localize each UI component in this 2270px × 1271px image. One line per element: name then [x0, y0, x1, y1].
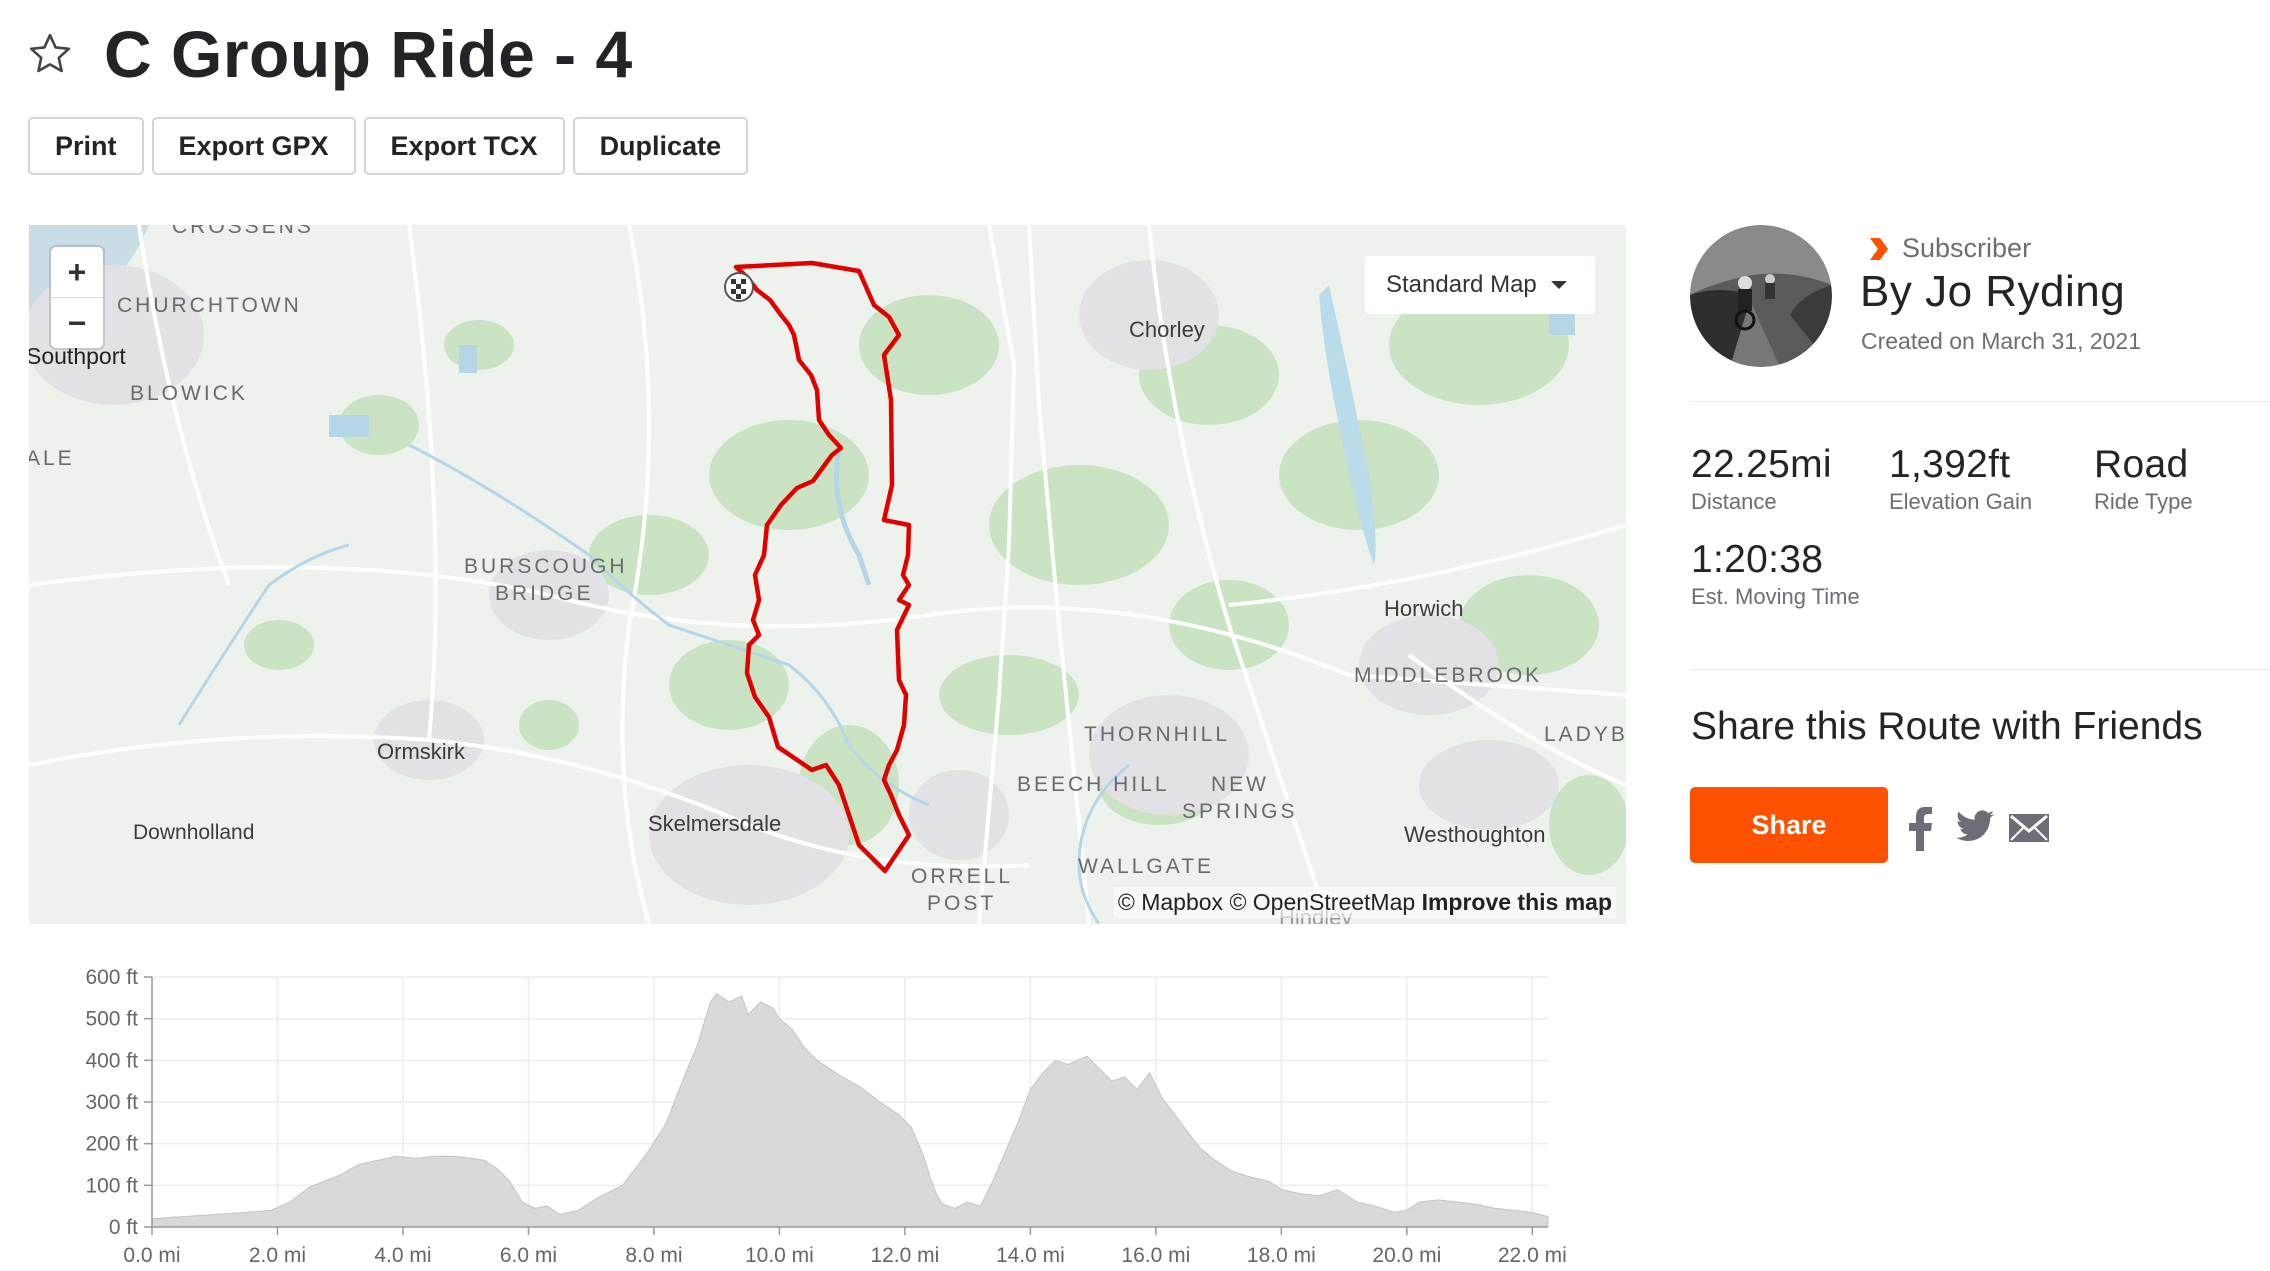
stat-moving-time: 1:20:38 Est. Moving Time [1691, 538, 1860, 610]
map-label-orrell-1: ORRELL [911, 865, 1014, 888]
subscriber-badge: Subscriber [1866, 233, 2031, 264]
divider [1690, 669, 2270, 670]
action-bar: Print Export GPX Export TCX Duplicate [28, 117, 749, 175]
map-label-blowick: BLOWICK [130, 382, 248, 405]
y-tick-label: 600 ft [85, 966, 138, 989]
x-tick-label: 12.0 mi [870, 1244, 939, 1267]
map-label-burscough-2: BRIDGE [495, 582, 594, 605]
share-button[interactable]: Share [1690, 787, 1888, 863]
subscriber-label: Subscriber [1902, 233, 2032, 263]
improve-map-link[interactable]: Improve this map [1422, 889, 1612, 915]
stat-distance: 22.25mi Distance [1691, 443, 1832, 515]
y-tick-label: 200 ft [85, 1133, 138, 1156]
stat-value: 1:20:38 [1691, 538, 1824, 581]
zoom-in-button[interactable]: + [51, 247, 103, 297]
x-tick-label: 2.0 mi [249, 1244, 306, 1267]
map-style-dropdown[interactable]: Standard Map [1365, 256, 1595, 314]
mapbox-link[interactable]: © Mapbox [1118, 889, 1223, 915]
stat-label: Distance [1691, 489, 1777, 514]
stat-ride-type: Road Ride Type [2094, 443, 2193, 515]
map-label-new-springs-1: NEW [1211, 773, 1269, 796]
map-label-ormskirk: Ormskirk [377, 739, 465, 764]
facebook-icon[interactable] [1907, 807, 1933, 851]
divider [1690, 401, 2270, 402]
export-tcx-button[interactable]: Export TCX [363, 117, 565, 175]
stat-value: 1,392ft [1889, 443, 2011, 486]
x-tick-label: 14.0 mi [996, 1244, 1065, 1267]
map-label-ladybi: LADYBI [1544, 723, 1626, 746]
y-axis-ticks: 0 ft 100 ft 200 ft 300 ft 400 ft 500 ft 600 ft [85, 966, 152, 1239]
x-tick-label: 6.0 mi [500, 1244, 557, 1267]
x-tick-label: 8.0 mi [625, 1244, 682, 1267]
zoom-out-button[interactable]: − [51, 297, 103, 348]
stat-label: Ride Type [2094, 489, 2193, 514]
x-tick-label: 10.0 mi [745, 1244, 814, 1267]
avatar[interactable] [1690, 225, 1832, 367]
caret-down-icon [1550, 281, 1567, 289]
export-gpx-button[interactable]: Export GPX [151, 117, 356, 175]
stat-elevation: 1,392ft Elevation Gain [1889, 443, 2032, 515]
route-map[interactable]: CROSSENS CHURCHTOWN Southport BLOWICK AL… [29, 225, 1626, 924]
map-label-new-springs-2: SPRINGS [1182, 800, 1298, 823]
map-label-thornhill: THORNHILL [1084, 723, 1231, 746]
zoom-control: + − [51, 247, 103, 348]
x-axis-ticks: 0.0 mi 2.0 mi 4.0 mi 6.0 mi 8.0 mi 10.0 mi 12.… [123, 1227, 1567, 1267]
creator-name[interactable]: By Jo Ryding [1860, 267, 2125, 317]
print-button[interactable]: Print [28, 117, 144, 175]
y-tick-label: 500 ft [85, 1008, 138, 1031]
map-attribution: © Mapbox © OpenStreetMap Improve this ma… [1113, 887, 1616, 918]
y-tick-label: 400 ft [85, 1049, 138, 1072]
osm-link[interactable]: © OpenStreetMap [1229, 889, 1415, 915]
map-label-westhoughton: Westhoughton [1404, 822, 1546, 847]
page-header: C Group Ride - 4 [26, 14, 633, 94]
map-label-middlebrook: MIDDLEBROOK [1354, 664, 1543, 687]
map-label-downholland: Downholland [133, 821, 255, 844]
map-label-wallgate: WALLGATE [1078, 855, 1215, 878]
map-background [29, 225, 1626, 924]
x-tick-label: 4.0 mi [374, 1244, 431, 1267]
map-label-burscough-1: BURSCOUGH [464, 555, 628, 578]
page-title: C Group Ride - 4 [104, 17, 633, 91]
y-tick-label: 100 ft [85, 1174, 138, 1197]
x-tick-label: 16.0 mi [1121, 1244, 1190, 1267]
twitter-icon[interactable] [1956, 810, 1994, 842]
star-icon[interactable] [26, 30, 74, 78]
map-label-beech-hill: BEECH HILL [1017, 773, 1170, 796]
y-tick-label: 0 ft [109, 1216, 138, 1239]
subscriber-chevron-icon [1870, 237, 1888, 260]
map-label-chorley: Chorley [1129, 317, 1205, 342]
x-tick-label: 20.0 mi [1372, 1244, 1441, 1267]
created-date: Created on March 31, 2021 [1861, 328, 2142, 354]
stat-value: 22.25mi [1691, 443, 1832, 486]
map-label-skelmersdale: Skelmersdale [648, 811, 782, 836]
stat-label: Est. Moving Time [1691, 584, 1860, 609]
stat-label: Elevation Gain [1889, 489, 2033, 514]
x-tick-label: 18.0 mi [1247, 1244, 1316, 1267]
stat-value: Road [2094, 443, 2189, 486]
elevation-area [151, 993, 1549, 1228]
x-tick-label: 22.0 mi [1498, 1244, 1567, 1267]
x-tick-label: 0.0 mi [123, 1244, 180, 1267]
map-label-ale: ALE [29, 447, 75, 470]
map-label-crossens: CROSSENS [172, 225, 314, 238]
email-icon[interactable] [2008, 813, 2050, 843]
share-heading: Share this Route with Friends [1691, 705, 2203, 748]
map-label-orrell-2: POST [927, 892, 997, 915]
map-style-label: Standard Map [1386, 271, 1537, 298]
map-label-churchtown: CHURCHTOWN [117, 294, 302, 317]
y-tick-label: 300 ft [85, 1091, 138, 1114]
map-label-horwich: Horwich [1384, 596, 1464, 621]
duplicate-button[interactable]: Duplicate [572, 117, 749, 175]
elevation-chart[interactable]: 0 ft 100 ft 200 ft 300 ft 400 ft 500 ft 600 ft… [0, 955, 1620, 1271]
start-finish-icon [724, 272, 754, 302]
